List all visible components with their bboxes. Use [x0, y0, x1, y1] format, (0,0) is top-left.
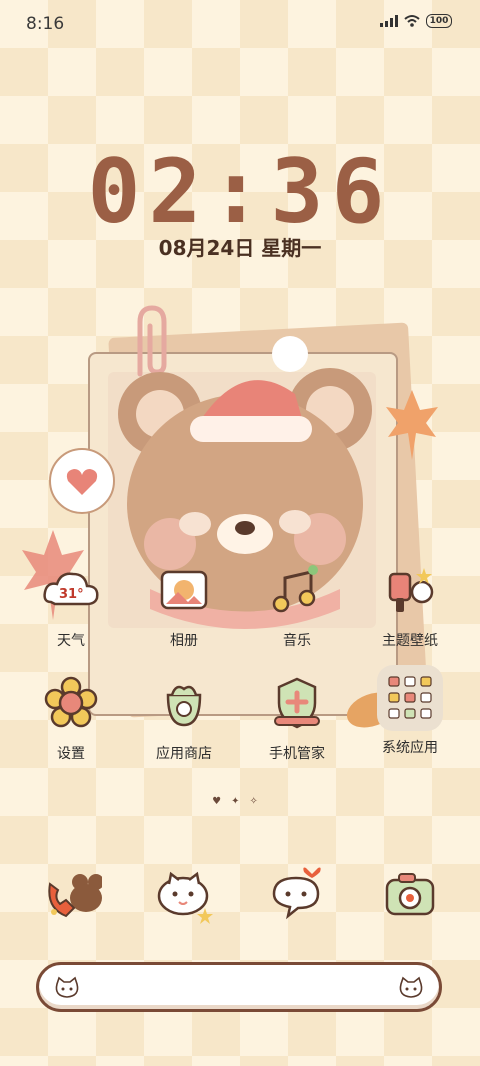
phone-manager-shield-icon: [274, 677, 320, 729]
page-dot: ✦: [231, 796, 250, 807]
cat-face-icon: [399, 976, 423, 998]
signal-icon: [380, 15, 398, 27]
app-label: 天气: [57, 633, 85, 649]
system-apps-folder-icon: [377, 665, 443, 731]
messages-cat-icon: [157, 871, 213, 924]
app-label: 设置: [57, 746, 85, 762]
dock-chat[interactable]: [266, 864, 328, 926]
weather-cloud-icon: 31°: [43, 572, 99, 606]
app-settings[interactable]: 设置: [11, 673, 131, 763]
maple-leaf-icon: [386, 390, 438, 460]
app-weather[interactable]: 31° 天气: [11, 560, 131, 650]
dock-phone[interactable]: [40, 864, 104, 926]
app-themes[interactable]: 主题壁纸: [350, 560, 470, 650]
camera-icon: [385, 873, 435, 916]
app-label: 应用商店: [156, 746, 212, 762]
settings-flower-icon: [44, 676, 98, 728]
status-time: 8:16: [26, 14, 65, 34]
app-system-folder[interactable]: 系统应用: [350, 665, 470, 757]
clock-time[interactable]: 02:36: [0, 140, 480, 243]
app-label: 系统应用: [382, 740, 438, 756]
folder-grid-icon: [388, 676, 432, 719]
page-dot: ♥: [212, 796, 232, 807]
app-label: 音乐: [283, 633, 311, 649]
app-photos[interactable]: 相册: [124, 560, 244, 650]
page-indicator[interactable]: ♥✦✧: [0, 796, 480, 807]
dock-camera[interactable]: [379, 864, 441, 926]
app-label: 主题壁纸: [382, 633, 438, 649]
heart-bubble-icon: [49, 448, 115, 514]
cat-face-icon: [55, 976, 79, 998]
app-music[interactable]: 音乐: [237, 560, 357, 650]
page-dot: ✧: [249, 796, 268, 807]
dock-messages[interactable]: [153, 864, 215, 926]
clock-date[interactable]: 08月24日 星期一: [0, 232, 480, 261]
theme-paint-icon: [388, 568, 434, 612]
app-phone-manager[interactable]: 手机管家: [237, 673, 357, 763]
battery-icon: 100: [426, 14, 452, 28]
app-store-bag-icon: [166, 685, 202, 727]
wifi-icon: [404, 15, 420, 27]
status-bar: 8:16 100: [0, 0, 480, 50]
status-icons: 100: [380, 14, 452, 28]
search-bar[interactable]: [36, 962, 442, 1012]
music-note-icon: [272, 565, 318, 613]
weather-badge: 31°: [59, 587, 84, 602]
chat-bubble-icon: [272, 867, 321, 920]
app-store[interactable]: 应用商店: [124, 673, 244, 763]
photo-album-icon: [160, 570, 208, 610]
phone-bear-icon: [48, 874, 104, 918]
app-label: 手机管家: [269, 746, 325, 762]
app-label: 相册: [170, 633, 198, 649]
